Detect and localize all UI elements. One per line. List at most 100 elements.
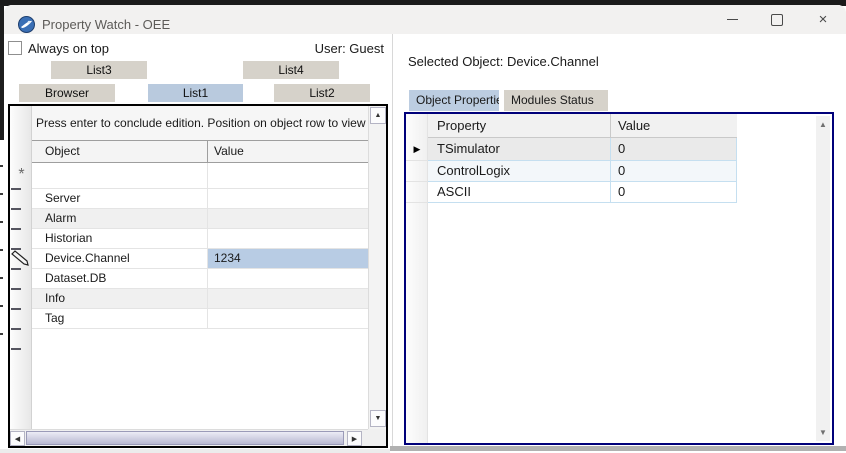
background-tick: [0, 193, 3, 195]
scroll-right-icon: ▶: [352, 435, 357, 443]
browser-button[interactable]: Browser: [19, 84, 115, 102]
scroll-left-icon: ◀: [15, 435, 20, 443]
window-title: Property Watch - OEE: [42, 17, 170, 32]
value-cell[interactable]: [207, 309, 368, 328]
property-cell[interactable]: TSimulator: [428, 138, 610, 160]
value-cell[interactable]: [207, 163, 368, 188]
table-row-server[interactable]: Server: [32, 189, 368, 209]
list2-button[interactable]: List2: [274, 84, 370, 102]
list3-button[interactable]: List3: [51, 61, 147, 79]
value-cell[interactable]: 0: [610, 161, 737, 181]
row-header[interactable]: [406, 182, 428, 203]
value-cell[interactable]: [207, 289, 368, 308]
table-row-info[interactable]: Info: [32, 289, 368, 309]
row-tick: [11, 208, 21, 210]
always-on-top-checkbox[interactable]: [8, 41, 22, 55]
scroll-down-icon[interactable]: ▼: [816, 428, 830, 437]
value-cell[interactable]: [207, 209, 368, 228]
vertical-scrollbar[interactable]: ▲ ▼: [816, 116, 830, 441]
row-tick: [11, 288, 21, 290]
value-cell[interactable]: [207, 269, 368, 288]
selected-object-label: Selected Object: Device.Channel: [408, 54, 599, 69]
object-cell[interactable]: Alarm: [32, 209, 207, 228]
scrollbar-corner: [368, 429, 386, 446]
object-cell[interactable]: [32, 163, 207, 188]
vertical-scrollbar[interactable]: ▲ ▼: [368, 106, 386, 429]
always-on-top-label: Always on top: [28, 41, 109, 56]
table-row-ascii[interactable]: ASCII 0: [428, 182, 737, 203]
watch-grid: Press enter to conclude edition. Positio…: [8, 104, 388, 448]
maximize-button[interactable]: [760, 5, 794, 34]
properties-grid: Property Value ▶ TSimulator 0 ControlLog…: [404, 112, 834, 445]
row-tick: [11, 348, 21, 350]
table-row-controllogix[interactable]: ControlLogix 0: [428, 161, 737, 182]
scroll-up-button[interactable]: ▲: [370, 107, 386, 124]
scroll-right-button[interactable]: ▶: [347, 431, 362, 446]
object-cell[interactable]: Device.Channel: [32, 249, 207, 268]
table-row-dataset-db[interactable]: Dataset.DB: [32, 269, 368, 289]
user-label: User: Guest: [284, 41, 384, 56]
property-cell[interactable]: ControlLogix: [428, 161, 610, 181]
value-cell[interactable]: 0: [610, 138, 737, 160]
list1-button[interactable]: List1: [148, 84, 243, 102]
maximize-icon: [771, 14, 783, 26]
value-cell-selected[interactable]: 1234: [207, 249, 368, 268]
row-header-current[interactable]: ▶: [406, 138, 428, 161]
column-header-object[interactable]: Object: [35, 141, 217, 162]
object-cell[interactable]: Server: [32, 189, 207, 208]
minimize-icon: [727, 19, 738, 20]
minimize-button[interactable]: [715, 5, 749, 34]
background-tick: [0, 249, 3, 251]
row-tick: [11, 188, 21, 190]
column-header-property[interactable]: Property: [428, 114, 619, 137]
app-icon: [18, 16, 35, 33]
property-cell[interactable]: ASCII: [428, 182, 610, 202]
grid-header-row: Object Value: [32, 140, 368, 163]
window-bottom-edge: [0, 449, 390, 453]
object-cell[interactable]: Historian: [32, 229, 207, 248]
scroll-down-button[interactable]: ▼: [370, 410, 386, 427]
value-cell[interactable]: 0: [610, 182, 737, 202]
background-tick: [0, 165, 3, 167]
table-row-tsimulator[interactable]: TSimulator 0: [428, 138, 737, 161]
background-tick: [0, 277, 3, 279]
object-cell[interactable]: Info: [32, 289, 207, 308]
value-cell[interactable]: [207, 189, 368, 208]
tab-object-properties[interactable]: Object Propertie: [409, 90, 499, 111]
record-pointer-icon: ▶: [414, 144, 421, 155]
scroll-up-icon[interactable]: ▲: [816, 120, 830, 129]
close-button[interactable]: ×: [806, 5, 840, 34]
panel-divider: [392, 34, 393, 448]
grid-caption: Press enter to conclude edition. Positio…: [32, 106, 368, 140]
column-header-value[interactable]: Value: [610, 114, 745, 137]
value-cell[interactable]: [207, 229, 368, 248]
table-row-historian[interactable]: Historian: [32, 229, 368, 249]
row-tick: [11, 228, 21, 230]
background-tick: [0, 221, 3, 223]
row-tick: [11, 268, 21, 270]
grid-header-row: Property Value: [428, 114, 737, 138]
table-row-new[interactable]: [32, 163, 368, 189]
pencil-icon: [11, 249, 31, 267]
row-tick: [11, 308, 21, 310]
scroll-left-button[interactable]: ◀: [10, 431, 25, 446]
object-cell[interactable]: Tag: [32, 309, 207, 328]
scroll-up-icon: ▲: [375, 112, 382, 119]
row-tick: [11, 248, 21, 250]
background-tick: [0, 333, 3, 335]
table-row-device-channel[interactable]: Device.Channel 1234: [32, 249, 368, 269]
list4-button[interactable]: List4: [243, 61, 339, 79]
close-icon: ×: [819, 12, 828, 27]
window-bottom-edge: [390, 446, 846, 451]
tab-modules-status[interactable]: Modules Status: [504, 90, 608, 111]
background-tick: [0, 305, 3, 307]
row-header[interactable]: [406, 161, 428, 182]
column-header-value[interactable]: Value: [207, 141, 374, 162]
table-row-tag[interactable]: Tag: [32, 309, 368, 329]
scroll-down-icon: ▼: [375, 415, 382, 422]
scrollbar-thumb[interactable]: [26, 431, 344, 445]
new-row-icon: *: [13, 166, 30, 184]
table-row-alarm[interactable]: Alarm: [32, 209, 368, 229]
horizontal-scrollbar[interactable]: ◀ ▶: [10, 429, 368, 446]
object-cell[interactable]: Dataset.DB: [32, 269, 207, 288]
